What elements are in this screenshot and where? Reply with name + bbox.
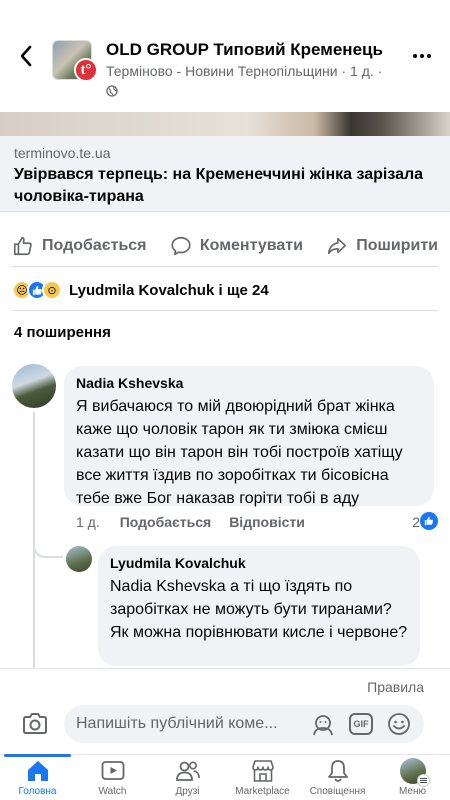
emoji-icon[interactable] [386, 711, 412, 737]
group-title[interactable]: OLD GROUP Типовий Кременець [106, 40, 383, 60]
wow-reaction-icon: ⊙ [42, 280, 62, 300]
comment-icon [171, 236, 191, 256]
tab-menu[interactable]: Меню [375, 755, 450, 800]
bell-icon [327, 760, 348, 782]
share-icon [328, 237, 347, 255]
thumbs-up-icon [13, 236, 32, 256]
avatar-sticker-icon[interactable] [310, 711, 336, 737]
post-actions: Подобається Коментувати Поширити [0, 226, 450, 266]
comment-author[interactable]: Nadia Kshevska [76, 374, 422, 392]
link-domain: terminovo.te.ua [14, 145, 111, 161]
rules-link[interactable]: Правила [367, 679, 424, 695]
reply-avatar[interactable] [66, 546, 92, 572]
comment-button[interactable]: Коментувати [170, 235, 303, 257]
tab-label: Головна [18, 786, 57, 797]
link-preview-image[interactable] [0, 112, 450, 136]
tab-label: Watch [98, 786, 127, 797]
divider [12, 310, 438, 311]
like-button[interactable]: Подобається [12, 235, 147, 257]
post-header: t° OLD GROUP Типовий Кременець Терміново… [0, 0, 450, 112]
tab-label: Marketplace [235, 786, 290, 797]
commenter-avatar[interactable] [12, 364, 56, 408]
divider [12, 266, 438, 267]
tab-marketplace[interactable]: Marketplace [225, 755, 300, 800]
like-label: Подобається [42, 237, 147, 254]
share-label: Поширити [356, 237, 438, 254]
comment-reaction-count[interactable]: 2 [412, 514, 420, 530]
comment-meta: 1 д. Подобається Відповісти 2 [76, 512, 438, 532]
menu-avatar [399, 758, 430, 787]
more-options-icon[interactable] [410, 44, 434, 68]
link-preview-card[interactable]: terminovo.te.ua Увірвався терпець: на Кр… [0, 136, 450, 212]
shares-count[interactable]: 4 поширення [14, 324, 111, 341]
post-subtitle: Терміново - Новини Тернопільщини · 1 д. … [106, 61, 396, 101]
marketplace-icon [251, 760, 274, 782]
watch-icon [101, 761, 124, 780]
comment-composer: Правила Напишіть публічний коме... GIF [0, 668, 450, 754]
comment-bubble[interactable]: Nadia Kshevska Я вибачаюся то мій двоюрі… [64, 366, 434, 507]
tab-watch[interactable]: Watch [75, 755, 150, 800]
home-icon [27, 761, 48, 781]
hamburger-icon [416, 774, 430, 787]
tab-label: Друзі [175, 786, 200, 797]
comment-reply-button[interactable]: Відповісти [229, 514, 305, 530]
comment-time: 1 д. [76, 514, 100, 530]
post-time: · 1 д. · [337, 63, 383, 79]
source-page-name[interactable]: Терміново - Новини Тернопільщини [106, 63, 338, 79]
comment-text: Я вибачаюся то мій двоюрідний брат жінка… [76, 398, 403, 507]
reply-text: Nadia Kshevska а ті що їздять по заробіт… [110, 578, 408, 641]
back-icon[interactable] [14, 40, 38, 72]
tab-label: Сповіщення [309, 786, 366, 797]
page-avatar-badge: t° [74, 58, 98, 82]
gif-icon[interactable]: GIF [348, 711, 374, 737]
group-avatar[interactable]: t° [52, 40, 98, 82]
camera-icon[interactable] [20, 709, 50, 739]
comment-input-placeholder: Напишіть публічний коме... [76, 715, 278, 732]
share-button[interactable]: Поширити [326, 235, 438, 257]
reply-author[interactable]: Lyudmila Kovalchuk [110, 554, 408, 572]
link-title: Увірвався терпець: на Кременеччині жінка… [14, 166, 424, 205]
tab-label: Меню [398, 786, 427, 797]
reactions-text: Lyudmila Kovalchuk і ще 24 [69, 281, 269, 299]
tab-notifications[interactable]: Сповіщення [300, 755, 375, 800]
reactions-summary[interactable]: ☹ ⊙ Lyudmila Kovalchuk і ще 24 [12, 276, 269, 304]
comment-input[interactable]: Напишіть публічний коме... GIF [64, 705, 424, 743]
comment-label: Коментувати [199, 237, 303, 254]
comment-like-reaction-icon [420, 512, 438, 530]
reply-bubble[interactable]: Lyudmila Kovalchuk Nadia Kshevska а ті щ… [98, 546, 420, 666]
tab-home[interactable]: Головна [0, 754, 75, 800]
tab-friends[interactable]: Друзі [150, 755, 225, 800]
bottom-tab-bar: Головна Watch Друзі Marketplace Сповіщен… [0, 754, 450, 800]
friends-icon [175, 761, 200, 781]
globe-icon [106, 85, 118, 97]
comment-like-button[interactable]: Подобається [120, 514, 211, 530]
thread-connector [33, 522, 63, 558]
